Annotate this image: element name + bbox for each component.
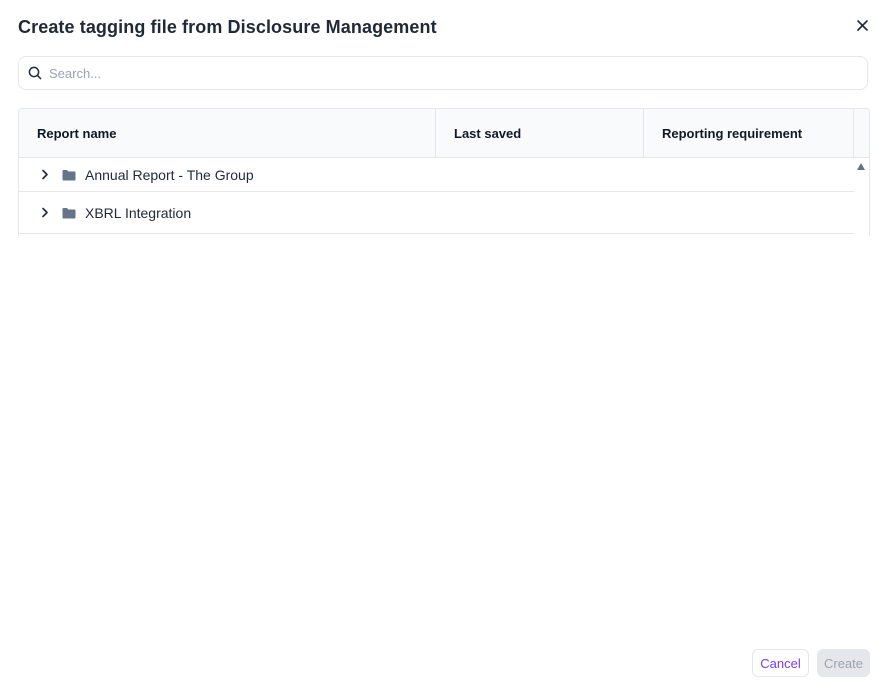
table-row[interactable]: XBRL Integration	[19, 192, 854, 234]
table-body: Annual Report - The Group XBRL Integrati…	[19, 158, 854, 234]
search-input[interactable]	[49, 65, 867, 81]
report-name: Annual Report - The Group	[85, 166, 254, 183]
table-header: Report name Last saved Reporting require…	[19, 109, 869, 158]
report-name: XBRL Integration	[85, 204, 192, 221]
close-icon[interactable]	[856, 19, 868, 31]
scroll-up-arrow-icon[interactable]	[857, 163, 865, 170]
column-header-report-name[interactable]: Report name	[19, 109, 436, 157]
cancel-button[interactable]: Cancel	[752, 649, 809, 677]
create-button[interactable]: Create	[817, 649, 870, 677]
column-header-scroll-spacer	[854, 109, 869, 157]
create-tagging-file-dialog: Create tagging file from Disclosure Mana…	[0, 0, 883, 697]
column-header-last-saved[interactable]: Last saved	[436, 109, 644, 157]
column-header-reporting-requirement[interactable]: Reporting requirement	[644, 109, 854, 157]
search-box[interactable]	[18, 56, 868, 90]
folder-icon	[61, 206, 77, 220]
reports-table: Report name Last saved Reporting require…	[18, 108, 870, 236]
chevron-right-icon[interactable]	[38, 168, 52, 182]
vertical-scrollbar[interactable]	[854, 158, 869, 236]
folder-icon	[61, 168, 77, 182]
chevron-right-icon[interactable]	[38, 206, 52, 220]
table-row[interactable]: Annual Report - The Group	[19, 158, 854, 192]
search-icon	[27, 65, 43, 81]
dialog-title: Create tagging file from Disclosure Mana…	[18, 17, 437, 37]
close-button[interactable]	[852, 15, 872, 35]
